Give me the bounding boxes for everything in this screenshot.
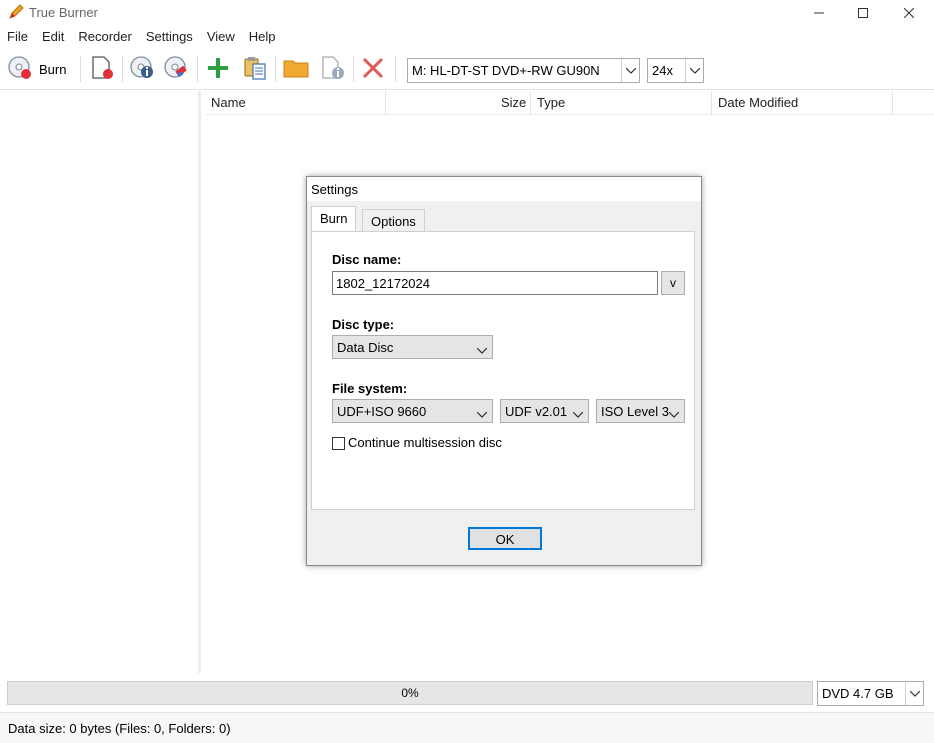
progress-text: 0% <box>401 686 419 700</box>
chevron-down-icon <box>668 406 680 421</box>
burn-tab-panel: Disc name: 1802_12172024 v Disc type: Da… <box>311 231 695 510</box>
file-system-label: File system: <box>332 381 408 396</box>
burn-label: Burn <box>39 61 67 77</box>
folder-tree-pane[interactable] <box>0 91 201 673</box>
column-divider[interactable] <box>711 91 712 115</box>
speed-select-value: 24x <box>652 63 673 78</box>
udf-version-value: UDF v2.01 <box>505 404 568 419</box>
iso-level-value: ISO Level 3 <box>601 404 669 419</box>
file-list-header: Name Size Type Date Modified <box>205 91 934 115</box>
plus-icon <box>205 55 231 84</box>
toolbar: Burn M: HL-DT-ST DVD+-RW GU90N 24x <box>0 48 934 90</box>
erase-disc-icon <box>163 55 189 84</box>
ok-button[interactable]: OK <box>468 527 542 550</box>
delete-x-icon <box>361 56 385 83</box>
disc-name-history-button[interactable]: v <box>661 271 685 295</box>
burn-progress-bar: 0% <box>7 681 813 705</box>
disc-capacity-select[interactable]: DVD 4.7 GB <box>817 681 924 706</box>
disc-capacity-value: DVD 4.7 GB <box>822 686 894 701</box>
status-text: Data size: 0 bytes (Files: 0, Folders: 0… <box>8 721 231 736</box>
paste-button[interactable] <box>242 54 268 84</box>
dialog-title-bar[interactable]: Settings <box>307 177 701 201</box>
folder-icon <box>283 55 309 84</box>
tab-burn[interactable]: Burn <box>311 206 357 231</box>
properties-button[interactable] <box>320 54 346 84</box>
toolbar-separator <box>395 56 396 82</box>
disc-info-button[interactable] <box>129 54 155 84</box>
column-header-date-modified[interactable]: Date Modified <box>718 91 798 115</box>
new-folder-button[interactable] <box>283 54 309 84</box>
new-document-icon <box>89 55 115 84</box>
settings-dialog: Settings Burn Options Disc name: 1802_12… <box>306 176 702 566</box>
column-divider[interactable] <box>892 91 893 115</box>
toolbar-separator <box>353 56 354 82</box>
app-pen-icon <box>8 4 24 20</box>
toolbar-separator <box>80 56 81 82</box>
file-system-value: UDF+ISO 9660 <box>337 404 427 419</box>
column-header-type[interactable]: Type <box>537 91 565 115</box>
toolbar-separator <box>197 56 198 82</box>
dialog-title: Settings <box>311 182 358 197</box>
disc-name-label: Disc name: <box>332 252 402 267</box>
menu-view[interactable]: View <box>200 27 242 47</box>
column-header-name[interactable]: Name <box>211 91 246 115</box>
disc-name-input[interactable]: 1802_12172024 <box>332 271 658 295</box>
column-divider[interactable] <box>385 91 386 115</box>
iso-level-select[interactable]: ISO Level 3 <box>596 399 685 423</box>
menu-settings[interactable]: Settings <box>139 27 200 47</box>
window-title: True Burner <box>29 5 98 20</box>
tab-options[interactable]: Options <box>362 209 425 231</box>
status-bar: Data size: 0 bytes (Files: 0, Folders: 0… <box>0 712 934 743</box>
disc-type-value: Data Disc <box>337 340 394 355</box>
drive-select-value: M: HL-DT-ST DVD+-RW GU90N <box>412 63 600 78</box>
burn-disc-icon <box>7 55 33 84</box>
maximize-button[interactable] <box>840 0 886 26</box>
add-files-button[interactable] <box>205 54 231 84</box>
chevron-down-icon <box>476 342 488 357</box>
toolbar-separator <box>122 56 123 82</box>
chevron-down-icon <box>685 59 703 82</box>
close-button[interactable] <box>886 0 932 26</box>
chevron-down-icon <box>621 59 639 82</box>
chevron-down-icon <box>572 406 584 421</box>
delete-button[interactable] <box>361 54 385 84</box>
column-header-size[interactable]: Size <box>501 91 526 115</box>
file-info-icon <box>320 55 346 84</box>
disc-type-select[interactable]: Data Disc <box>332 335 493 359</box>
udf-version-select[interactable]: UDF v2.01 <box>500 399 589 423</box>
disc-info-icon <box>129 55 155 84</box>
menu-file[interactable]: File <box>0 27 35 47</box>
menu-recorder[interactable]: Recorder <box>71 27 138 47</box>
minimize-button[interactable] <box>796 0 842 26</box>
menu-help[interactable]: Help <box>242 27 283 47</box>
file-system-select[interactable]: UDF+ISO 9660 <box>332 399 493 423</box>
chevron-down-icon <box>476 406 488 421</box>
title-bar: True Burner <box>0 0 934 26</box>
column-divider[interactable] <box>530 91 531 115</box>
multisession-checkbox[interactable] <box>332 437 345 450</box>
menu-bar: File Edit Recorder Settings View Help <box>0 27 283 47</box>
disc-type-label: Disc type: <box>332 317 395 332</box>
multisession-label[interactable]: Continue multisession disc <box>348 435 502 450</box>
new-project-button[interactable] <box>89 54 115 84</box>
speed-select[interactable]: 24x <box>647 58 704 83</box>
clipboard-icon <box>242 55 268 84</box>
chevron-down-icon <box>905 682 923 705</box>
menu-edit[interactable]: Edit <box>35 27 71 47</box>
drive-select[interactable]: M: HL-DT-ST DVD+-RW GU90N <box>407 58 640 83</box>
erase-disc-button[interactable] <box>163 54 189 84</box>
toolbar-separator <box>275 56 276 82</box>
burn-button[interactable]: Burn <box>7 54 66 84</box>
